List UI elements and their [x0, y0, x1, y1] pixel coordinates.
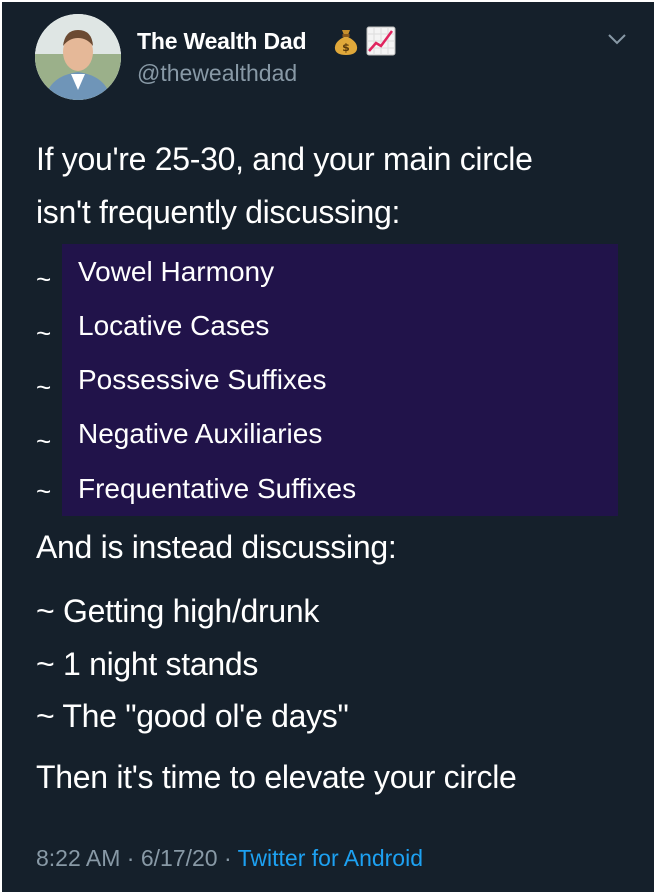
highlighted-list-item: Negative Auxiliaries: [78, 418, 323, 449]
svg-text:$: $: [342, 41, 350, 54]
bullet-tilde: ~: [36, 264, 52, 294]
tweet-metadata: 8:22 AM · 6/17/20 · Twitter for Android: [36, 845, 423, 872]
list-item: ~ The "good ol'e days": [36, 698, 349, 734]
highlighted-list-item: Possessive Suffixes: [78, 364, 327, 395]
bullet-tilde: ~: [36, 372, 52, 402]
highlighted-list-item: Frequentative Suffixes: [78, 473, 357, 504]
highlighted-list-item: Locative Cases: [78, 310, 270, 341]
avatar[interactable]: [35, 14, 121, 100]
tweet-card: The Wealth Dad $ @thewealthdad If you're…: [2, 2, 654, 892]
tweet-text-line: Then it's time to elevate your circle: [36, 759, 517, 795]
tweet-text-line: isn't frequently discussing:: [36, 194, 401, 230]
money-bag-icon: $: [333, 26, 359, 61]
list-item: ~ Getting high/drunk: [36, 593, 320, 629]
username-handle[interactable]: @thewealthdad: [137, 60, 297, 87]
tweet-time[interactable]: 8:22 AM: [36, 845, 120, 871]
bullet-tilde: ~: [36, 476, 52, 506]
tweet-date[interactable]: 6/17/20: [141, 845, 218, 871]
list-item: ~ 1 night stands: [36, 646, 259, 682]
bullet-tilde: ~: [36, 426, 52, 456]
tweet-text-line: If you're 25-30, and your main circle: [36, 141, 533, 177]
meta-separator: ·: [126, 845, 135, 871]
chart-increasing-icon: [366, 26, 396, 61]
tweet-source-link[interactable]: Twitter for Android: [238, 845, 423, 871]
chevron-down-icon[interactable]: [606, 32, 628, 51]
avatar-photo: [35, 14, 121, 100]
tweet-text-line: And is instead discussing:: [36, 529, 397, 565]
highlighted-list-item: Vowel Harmony: [78, 256, 275, 287]
meta-separator: ·: [223, 845, 232, 871]
bullet-tilde: ~: [36, 318, 52, 348]
display-name[interactable]: The Wealth Dad: [137, 28, 306, 55]
